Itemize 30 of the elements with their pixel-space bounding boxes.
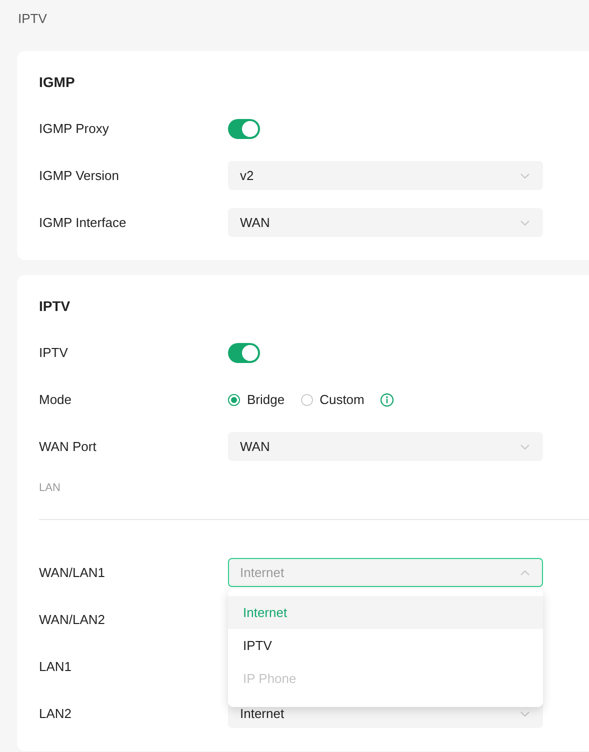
- radio-button[interactable]: [228, 394, 240, 406]
- dropdown-select[interactable]: v2: [228, 161, 543, 190]
- chevron-icon: [520, 710, 530, 716]
- field-label: IPTV: [39, 345, 69, 360]
- radio-label[interactable]: Custom: [320, 392, 364, 407]
- dropdown-select[interactable]: WAN: [228, 208, 543, 237]
- field-label: IGMP Interface: [39, 215, 128, 230]
- menu-option[interactable]: IPTV: [228, 629, 543, 662]
- field-label: WAN/LAN1: [39, 565, 106, 580]
- section-heading: IGMP: [39, 73, 76, 92]
- page-title: IPTV: [18, 11, 48, 27]
- chevron-icon: [520, 444, 530, 450]
- field-label: IGMP Proxy: [39, 121, 110, 136]
- field-label: WAN/LAN2: [39, 612, 106, 627]
- chevron-icon: [520, 172, 530, 178]
- toggle-switch[interactable]: [228, 118, 260, 138]
- toggle-switch[interactable]: [228, 342, 260, 362]
- field-label: LAN1: [39, 659, 73, 674]
- radio-button[interactable]: [300, 394, 313, 406]
- group-label: LAN: [39, 481, 62, 496]
- field-label: IGMP Version: [39, 168, 120, 183]
- info-icon[interactable]: [380, 392, 394, 406]
- chevron-icon: [520, 220, 530, 226]
- field-label: Mode: [39, 392, 73, 407]
- field-label: WAN Port: [39, 439, 98, 454]
- chevron-icon: [520, 570, 530, 576]
- dropdown-select[interactable]: WAN: [228, 432, 543, 461]
- radio-label[interactable]: Bridge: [247, 392, 285, 407]
- field-label: LAN2: [39, 706, 73, 721]
- section-heading: IPTV: [39, 297, 72, 316]
